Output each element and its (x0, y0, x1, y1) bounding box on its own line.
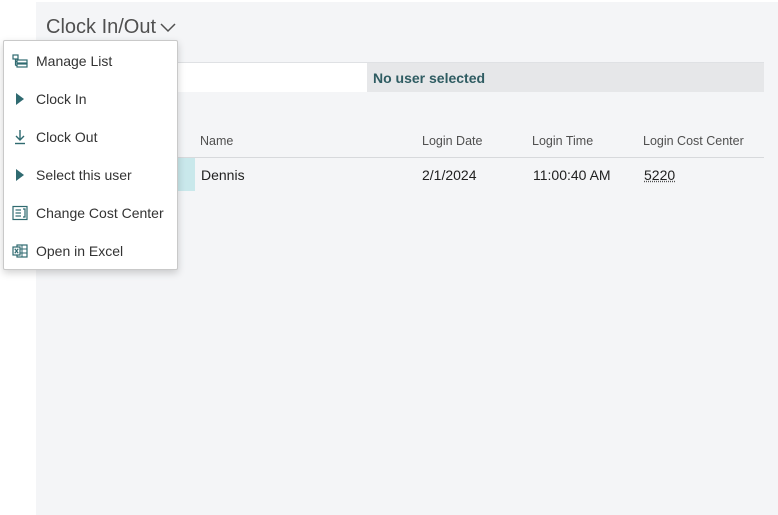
manage-list-icon (12, 53, 28, 69)
info-bar-message: No user selected (373, 70, 486, 86)
change-cost-center-icon (12, 205, 28, 221)
column-header-name[interactable]: Name (200, 134, 233, 148)
cell-login-time: 11:00:40 AM (533, 167, 611, 183)
chevron-down-icon[interactable] (160, 16, 176, 39)
play-icon (12, 167, 28, 183)
menu-item-select-this-user[interactable]: Select this user (4, 156, 177, 194)
menu-item-label: Manage List (36, 53, 113, 69)
cell-name: Dennis (201, 167, 245, 183)
menu-item-clock-out[interactable]: Clock Out (4, 118, 177, 156)
menu-item-label: Clock Out (36, 129, 98, 145)
context-menu: Manage List Clock In Clock Out Select th… (3, 40, 178, 270)
menu-item-label: Open in Excel (36, 243, 124, 259)
page-title-text: Clock In/Out (46, 16, 157, 38)
column-header-login-cost-center[interactable]: Login Cost Center (643, 134, 744, 148)
menu-item-manage-list[interactable]: Manage List (4, 42, 177, 80)
info-bar-spacer (176, 62, 367, 92)
menu-item-label: Clock In (36, 91, 87, 107)
table-header-divider (176, 157, 764, 158)
page-title[interactable]: Clock In/Out (46, 16, 176, 39)
menu-item-label: Change Cost Center (36, 205, 164, 221)
menu-item-label: Select this user (36, 167, 132, 183)
cell-login-date: 2/1/2024 (422, 167, 477, 183)
menu-item-clock-in[interactable]: Clock In (4, 80, 177, 118)
play-icon (12, 91, 28, 107)
row-selection-indicator[interactable] (176, 158, 195, 191)
column-header-login-date[interactable]: Login Date (422, 134, 482, 148)
cell-login-cost-center-link[interactable]: 5220 (644, 167, 675, 183)
excel-icon (12, 243, 28, 259)
info-bar: No user selected (367, 62, 764, 92)
menu-item-change-cost-center[interactable]: Change Cost Center (4, 194, 177, 232)
column-header-login-time[interactable]: Login Time (532, 134, 593, 148)
download-arrow-icon (12, 129, 28, 145)
menu-item-open-in-excel[interactable]: Open in Excel (4, 232, 177, 270)
